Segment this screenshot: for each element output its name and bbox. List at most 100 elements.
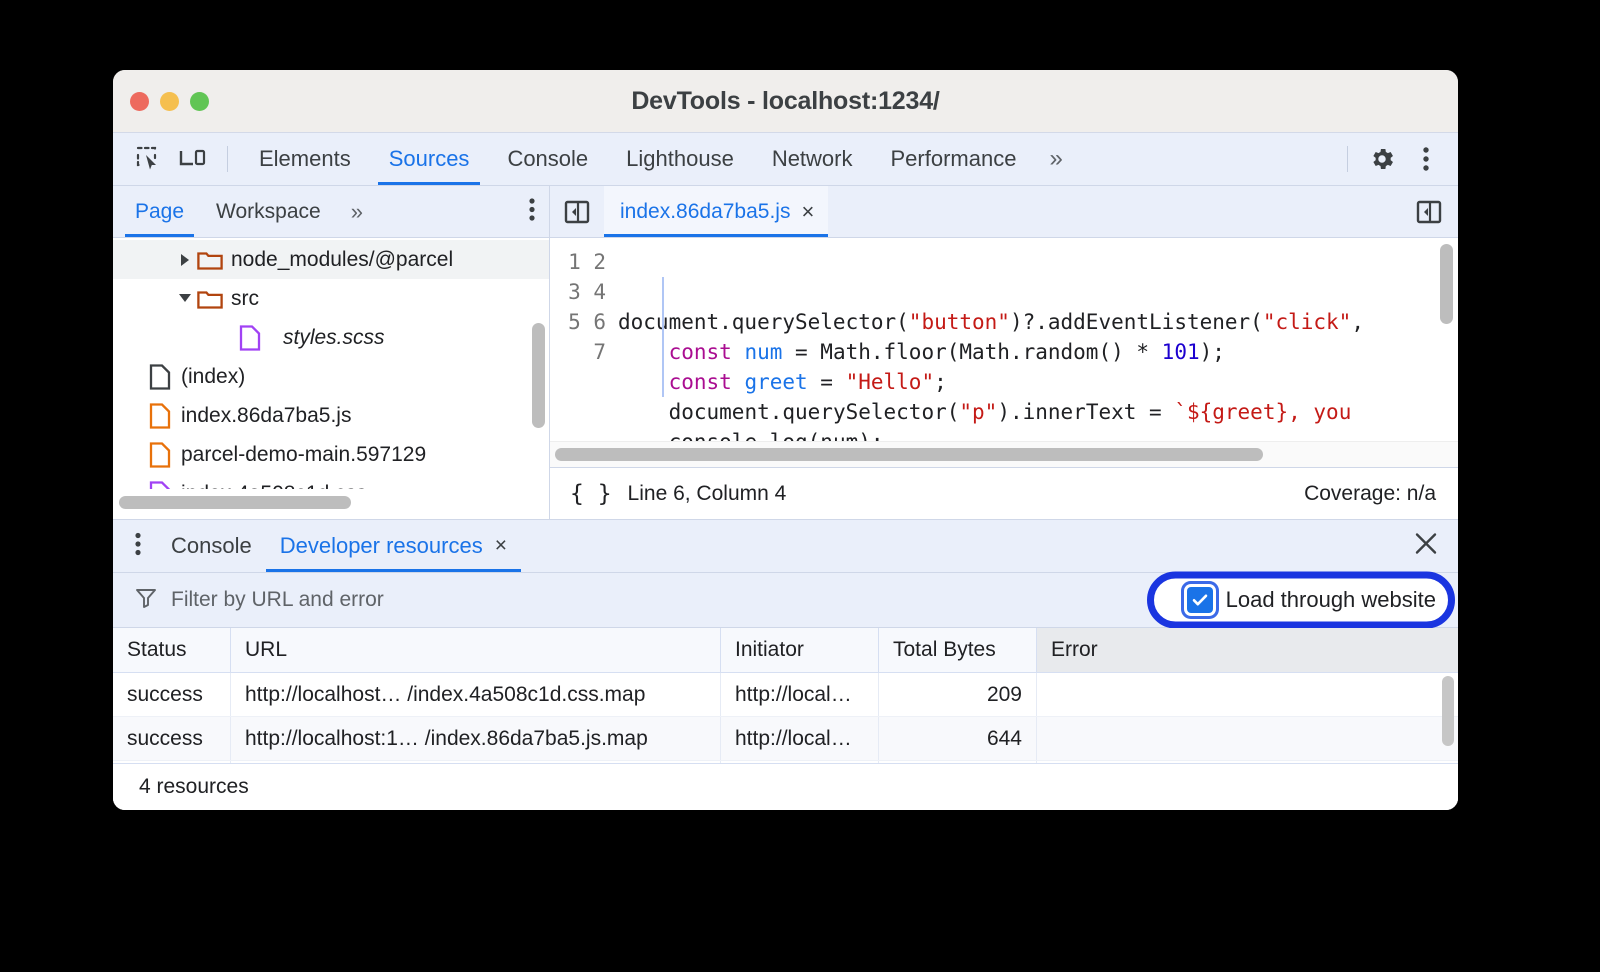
- table-header-row: Status URL Initiator Total Bytes Error: [113, 628, 1458, 673]
- drawer-tab-developer-resources-label: Developer resources: [280, 533, 483, 559]
- tab-console[interactable]: Console: [488, 133, 607, 185]
- column-header-url[interactable]: URL: [231, 628, 721, 672]
- pretty-print-icon[interactable]: { }: [570, 481, 612, 507]
- editor-status-bar: { } Line 6, Column 4 Coverage: n/a: [550, 467, 1458, 519]
- code-line-3: const greet = "Hello";: [618, 370, 947, 394]
- device-toolbar-icon[interactable]: [171, 137, 215, 181]
- drawer-tab-console[interactable]: Console: [157, 520, 266, 572]
- cell-url: http://localhost… /index.4a508c1d.css.ma…: [231, 673, 721, 716]
- filter-icon: [135, 587, 157, 614]
- devtools-window: DevTools - localhost:1234/ Elements Sour…: [113, 70, 1458, 810]
- load-through-website-checkbox[interactable]: [1187, 587, 1213, 613]
- file-js-icon: [145, 403, 175, 429]
- navigator-tabbar: Page Workspace »: [113, 186, 549, 238]
- nav-tab-page-label: Page: [135, 200, 184, 224]
- code-line-2: const num = Math.floor(Math.random() * 1…: [618, 340, 1225, 364]
- file-tree: node_modules/@parcel src: [113, 238, 549, 489]
- more-panels-chevron-icon[interactable]: »: [1035, 145, 1072, 173]
- cell-initiator: http://local…: [721, 673, 879, 716]
- code-line-1: document.querySelector("button")?.addEve…: [618, 310, 1364, 334]
- window-title: DevTools - localhost:1234/: [113, 87, 1458, 116]
- table-vertical-scrollbar[interactable]: [1442, 676, 1454, 746]
- tree-item-label: parcel-demo-main.597129: [181, 443, 426, 467]
- main-kebab-menu-icon[interactable]: [1404, 137, 1448, 181]
- drawer-tabbar: Console Developer resources ×: [113, 520, 1458, 573]
- expand-arrow-expanded-icon[interactable]: [175, 292, 195, 305]
- cell-url: http://localhost:1… /index.86da7ba5.js.m…: [231, 717, 721, 760]
- navigator-horizontal-scrollbar[interactable]: [119, 496, 351, 509]
- tree-item-styles-scss[interactable]: styles.scss: [113, 318, 549, 357]
- editor-tab-index-js[interactable]: index.86da7ba5.js ×: [604, 186, 828, 237]
- expand-arrow-collapsed-icon[interactable]: [175, 253, 195, 267]
- collapse-debugger-icon[interactable]: [1416, 199, 1442, 225]
- navigator-pane: Page Workspace »: [113, 186, 550, 519]
- file-css-icon: [145, 481, 175, 490]
- tab-sources[interactable]: Sources: [370, 133, 489, 185]
- tab-network[interactable]: Network: [753, 133, 872, 185]
- tab-elements[interactable]: Elements: [240, 133, 370, 185]
- editor-tabbar: index.86da7ba5.js ×: [550, 186, 1458, 238]
- cell-total-bytes: 644: [879, 717, 1037, 760]
- tree-item-index[interactable]: (index): [113, 357, 549, 396]
- tree-item-label: index.4a508c1d.css: [181, 482, 367, 490]
- tab-elements-label: Elements: [259, 146, 351, 172]
- drawer-tab-console-label: Console: [171, 533, 252, 559]
- filter-bar: Filter by URL and error Load through web…: [113, 573, 1458, 628]
- tree-item-label: (index): [181, 365, 245, 389]
- cursor-position: Line 6, Column 4: [628, 482, 787, 506]
- tab-console-label: Console: [507, 146, 588, 172]
- nav-tab-workspace-label: Workspace: [216, 200, 321, 224]
- drawer-tab-close-icon[interactable]: ×: [495, 534, 507, 558]
- navigator-kebab-menu-icon[interactable]: [529, 197, 535, 226]
- tree-item-src[interactable]: src: [113, 279, 549, 318]
- window-title-bar: DevTools - localhost:1234/: [113, 70, 1458, 132]
- load-through-website-label: Load through website: [1226, 587, 1436, 613]
- tab-sources-label: Sources: [389, 146, 470, 172]
- nav-more-tabs-chevron-icon[interactable]: »: [337, 199, 373, 225]
- coverage-status: Coverage: n/a: [1304, 482, 1436, 506]
- filter-placeholder: Filter by URL and error: [171, 588, 384, 612]
- cell-status: success: [113, 673, 231, 716]
- tree-item-index-js[interactable]: index.86da7ba5.js: [113, 396, 549, 435]
- editor-horizontal-scrollbar[interactable]: [555, 448, 1263, 461]
- table-row[interactable]: success http://localhost:1… /index.86da7…: [113, 717, 1458, 761]
- load-through-website-control[interactable]: Load through website: [1173, 579, 1450, 621]
- toolbar-divider: [227, 146, 228, 172]
- close-icon[interactable]: [1414, 532, 1438, 561]
- gear-icon[interactable]: [1360, 137, 1404, 181]
- collapse-sidebar-icon[interactable]: [564, 199, 590, 225]
- tree-item-parcel-demo-main[interactable]: parcel-demo-main.597129: [113, 435, 549, 474]
- nav-tab-page[interactable]: Page: [119, 186, 200, 237]
- folder-icon: [195, 288, 225, 310]
- folder-icon: [195, 249, 225, 271]
- toolbar-divider-right: [1347, 146, 1348, 172]
- editor-tab-close-icon[interactable]: ×: [801, 201, 814, 223]
- code-line-4: document.querySelector("p").innerText = …: [618, 400, 1351, 424]
- cell-error: [1037, 717, 1458, 760]
- search-input[interactable]: Filter by URL and error: [135, 587, 384, 614]
- tree-item-index-css[interactable]: index.4a508c1d.css: [113, 474, 549, 489]
- table-row[interactable]: success http://localhost… /index.4a508c1…: [113, 673, 1458, 717]
- code-content[interactable]: document.querySelector("button")?.addEve…: [618, 238, 1458, 467]
- code-editor[interactable]: 1 2 3 4 5 6 7 document.querySelector("bu…: [550, 238, 1458, 467]
- drawer-kebab-menu-icon[interactable]: [135, 532, 141, 561]
- main-toolbar: Elements Sources Console Lighthouse Netw…: [113, 132, 1458, 186]
- column-header-initiator[interactable]: Initiator: [721, 628, 879, 672]
- column-header-status[interactable]: Status: [113, 628, 231, 672]
- table-empty-space: [113, 761, 1458, 764]
- editor-tab-label: index.86da7ba5.js: [620, 200, 790, 224]
- nav-tab-workspace[interactable]: Workspace: [200, 186, 337, 237]
- tab-lighthouse[interactable]: Lighthouse: [607, 133, 753, 185]
- inspect-element-icon[interactable]: [127, 137, 171, 181]
- tree-item-label: styles.scss: [283, 326, 385, 350]
- drawer-tab-developer-resources[interactable]: Developer resources ×: [266, 520, 521, 572]
- tree-item-node-modules[interactable]: node_modules/@parcel: [113, 240, 549, 279]
- resources-table: Status URL Initiator Total Bytes Error s…: [113, 628, 1458, 764]
- column-header-total-bytes[interactable]: Total Bytes: [879, 628, 1037, 672]
- editor-horizontal-scrollbar-track: [550, 441, 1458, 467]
- editor-vertical-scrollbar[interactable]: [1440, 244, 1453, 324]
- navigator-vertical-scrollbar[interactable]: [532, 323, 545, 428]
- tab-performance-label: Performance: [891, 146, 1017, 172]
- column-header-error[interactable]: Error: [1037, 628, 1458, 672]
- tab-performance[interactable]: Performance: [872, 133, 1036, 185]
